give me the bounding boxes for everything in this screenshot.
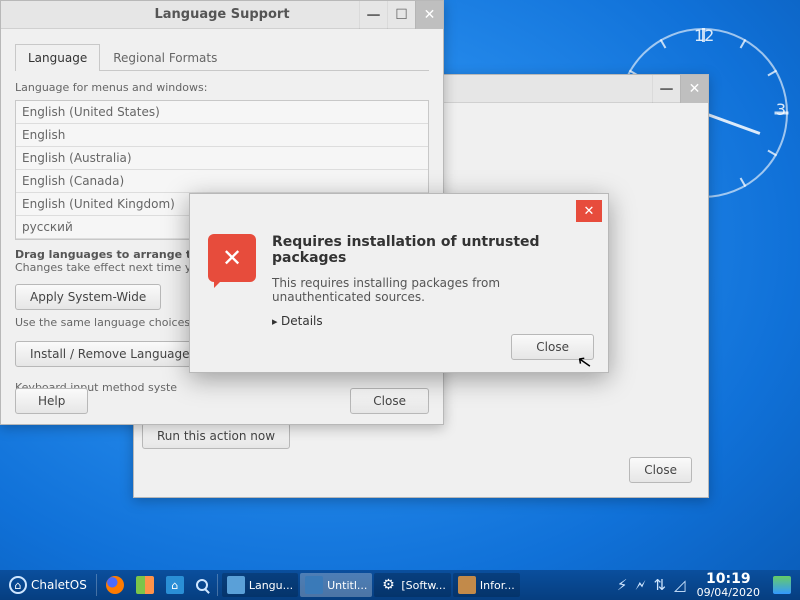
- search-icon: [196, 579, 208, 591]
- package-icon: [458, 576, 476, 594]
- start-menu-button[interactable]: ⌂ ChaletOS: [4, 573, 92, 597]
- language-row[interactable]: English (United States): [16, 101, 428, 124]
- window-title: Language Support: [154, 7, 289, 22]
- tab-regional-formats[interactable]: Regional Formats: [100, 44, 230, 71]
- language-row[interactable]: English: [16, 124, 428, 147]
- window-icon: [227, 576, 245, 594]
- language-row[interactable]: English (Canada): [16, 170, 428, 193]
- wifi-icon[interactable]: ◿: [671, 576, 689, 594]
- tab-language[interactable]: Language: [15, 44, 100, 71]
- launcher-web[interactable]: ⌂: [161, 573, 189, 597]
- desktop-icon: [773, 576, 791, 594]
- globe-icon: ⌂: [166, 576, 184, 594]
- tab-bar: Language Regional Formats: [15, 43, 429, 71]
- dialog-title: Requires installation of untrusted packa…: [272, 234, 590, 266]
- home-icon: ⌂: [9, 576, 27, 594]
- close-button[interactable]: ✕: [680, 75, 708, 103]
- clock-num-3: 3: [776, 100, 786, 119]
- close-button-footer[interactable]: Close: [350, 388, 429, 414]
- charge-icon[interactable]: 🗲: [632, 576, 648, 594]
- dialog-close-button[interactable]: Close: [511, 334, 594, 360]
- taskbar-window-untitled[interactable]: Untitl...: [300, 573, 372, 597]
- network-icon[interactable]: ⇅: [650, 576, 669, 594]
- taskbar-clock[interactable]: 10:19 09/04/2020: [691, 572, 766, 598]
- language-row[interactable]: English (Australia): [16, 147, 428, 170]
- error-icon: ✕: [208, 234, 256, 282]
- run-action-button[interactable]: Run this action now: [142, 423, 290, 449]
- help-button[interactable]: Help: [15, 388, 88, 414]
- window-icon: [305, 576, 323, 594]
- taskbar-window-software[interactable]: ⚙[Softw...: [374, 573, 450, 597]
- taskbar-window-language[interactable]: Langu...: [222, 573, 298, 597]
- taskbar-window-info[interactable]: Infor...: [453, 573, 520, 597]
- power-icon[interactable]: ⚡: [614, 576, 631, 594]
- close-button[interactable]: ✕: [415, 1, 443, 29]
- apply-system-wide-button[interactable]: Apply System-Wide: [15, 284, 161, 310]
- show-desktop-button[interactable]: [768, 573, 796, 597]
- maximize-button[interactable]: ☐: [387, 1, 415, 29]
- taskbar-date: 09/04/2020: [697, 587, 760, 599]
- minimize-button[interactable]: —: [652, 75, 680, 103]
- dialog-close-x[interactable]: ✕: [576, 200, 602, 222]
- taskbar: ⌂ ChaletOS ⌂ Langu... Untitl... ⚙[Softw.…: [0, 570, 800, 600]
- details-expander[interactable]: Details: [272, 314, 590, 328]
- start-label: ChaletOS: [31, 578, 87, 592]
- launcher-search[interactable]: [191, 573, 213, 597]
- minimize-button[interactable]: —: [359, 1, 387, 29]
- launcher-files[interactable]: [131, 573, 159, 597]
- taskbar-time: 10:19: [697, 572, 760, 587]
- launcher-firefox[interactable]: [101, 573, 129, 597]
- titlebar[interactable]: Language Support — ☐ ✕: [1, 1, 443, 29]
- close-button-footer[interactable]: Close: [629, 457, 692, 483]
- dialog-message: This requires installing packages from u…: [272, 276, 590, 304]
- install-remove-languages-button[interactable]: Install / Remove Languages.: [15, 341, 215, 367]
- dialog-untrusted-packages: ✕ ✕ Requires installation of untrusted p…: [189, 193, 609, 373]
- firefox-icon: [106, 576, 124, 594]
- files-icon: [136, 576, 154, 594]
- gear-icon: ⚙: [379, 576, 397, 594]
- clock-num-12: 12: [694, 26, 714, 45]
- language-section-label: Language for menus and windows:: [15, 81, 429, 96]
